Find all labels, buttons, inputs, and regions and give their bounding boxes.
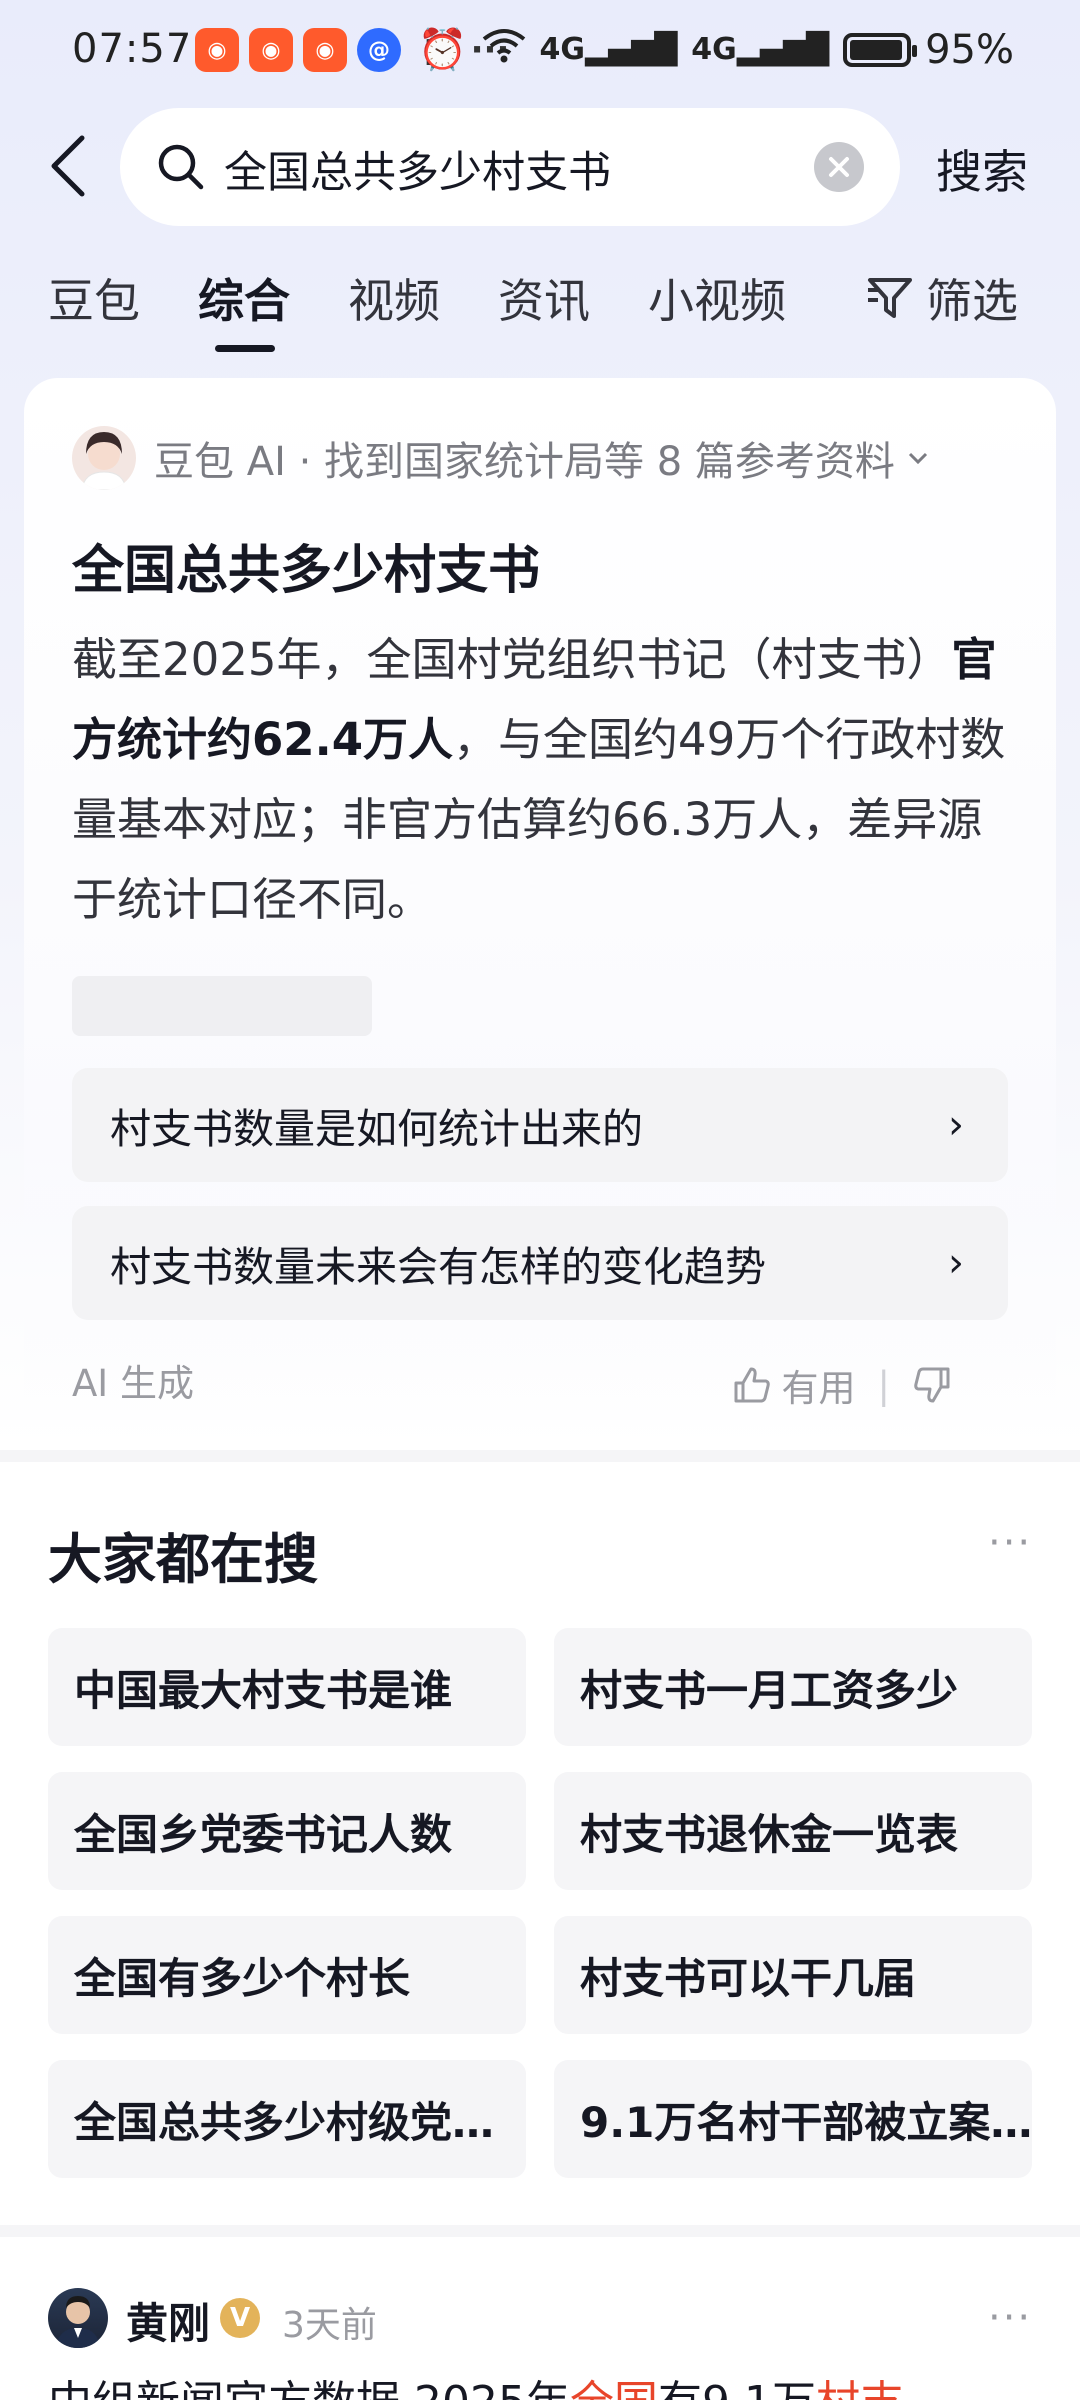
author-avatar[interactable]: [48, 2288, 108, 2348]
search-query: 全国总共多少村支书: [224, 148, 611, 198]
app-notification-icon: ◉: [249, 28, 293, 72]
tab-doubao[interactable]: 豆包: [48, 265, 140, 331]
thumbs-down-icon[interactable]: [912, 1365, 952, 1405]
browser-notification-icon: @: [357, 28, 401, 72]
section-divider: [0, 1450, 1080, 1462]
ai-footer: AI 生成 有用 |: [72, 1350, 1032, 1410]
hot-search-item[interactable]: 村支书可以干几届: [554, 1916, 1032, 2034]
app-notification-icon: ◉: [303, 28, 347, 72]
feedback-row: 有用 |: [732, 1358, 952, 1412]
post-text-2: 有9.1万: [658, 2377, 816, 2400]
status-time: 07:57: [72, 26, 193, 72]
battery-icon: [843, 32, 918, 67]
back-arrow-icon: [51, 135, 85, 197]
thumbs-up-icon: [734, 1367, 770, 1403]
hot-search-title: 大家都在搜: [48, 1528, 318, 1591]
ai-source-text: 豆包 AI · 找到国家统计局等 8 篇参考资料: [154, 439, 895, 485]
followup-label: 村支书数量未来会有怎样的变化趋势: [110, 1243, 766, 1291]
hot-search-item[interactable]: 9.1万名村干部被立案…: [554, 2060, 1032, 2178]
signal-1: 4G▂▄▆█: [539, 32, 678, 67]
followup-label: 村支书数量是如何统计出来的: [110, 1105, 643, 1153]
alarm-icon: ⏰: [417, 27, 468, 73]
chevron-down-icon: [908, 452, 927, 465]
post-highlight: 全国: [570, 2377, 658, 2400]
search-button[interactable]: 搜索: [936, 136, 1028, 202]
hot-search-item[interactable]: 全国乡党委书记人数: [48, 1772, 526, 1890]
post-text[interactable]: 中组新闻官方数据 2025年全国有9.1万村支: [48, 2366, 1048, 2400]
ai-generated-label: AI 生成: [72, 1362, 194, 1405]
more-options-icon[interactable]: ···: [988, 1520, 1032, 1566]
tab-news[interactable]: 资讯: [498, 265, 590, 331]
verified-badge-icon: V: [220, 2298, 260, 2338]
back-button[interactable]: [48, 130, 98, 202]
hot-search-item[interactable]: 全国有多少个村长: [48, 1916, 526, 2034]
doubao-avatar: [72, 426, 136, 490]
tab-video[interactable]: 视频: [348, 265, 440, 331]
ai-source-row[interactable]: 豆包 AI · 找到国家统计局等 8 篇参考资料: [72, 426, 933, 490]
hot-search-item[interactable]: 村支书一月工资多少: [554, 1628, 1032, 1746]
chevron-right-icon: ›: [948, 1240, 964, 1286]
thumbs-up-button[interactable]: 有用: [732, 1358, 856, 1412]
hot-search-item[interactable]: 村支书退休金一览表: [554, 1772, 1032, 1890]
chevron-right-icon: ›: [948, 1102, 964, 1148]
post-text-1: 中组新闻官方数据 2025年: [48, 2377, 570, 2400]
result-tabs: 豆包 综合 视频 资讯 小视频 筛选: [0, 265, 1080, 355]
ai-answer-card: 豆包 AI · 找到国家统计局等 8 篇参考资料 全国总共多少村支书 截至202…: [24, 378, 1056, 1438]
followup-question-2[interactable]: 村支书数量未来会有怎样的变化趋势 ›: [72, 1206, 1008, 1320]
ai-answer-text: 截至2025年，全国村党组织书记（村支书）官方统计约62.4万人，与全国约49万…: [72, 620, 1022, 940]
tab-general[interactable]: 综合: [198, 265, 290, 331]
ai-answer-title: 全国总共多少村支书: [72, 541, 541, 601]
wifi-icon: [482, 27, 526, 73]
active-tab-indicator: [215, 345, 275, 352]
search-icon: [158, 144, 204, 190]
app-notification-icon: ◉: [195, 28, 239, 72]
search-input[interactable]: 全国总共多少村支书: [120, 108, 900, 226]
filter-icon: [868, 278, 912, 318]
signal-2: 4G▂▄▆█: [691, 32, 830, 67]
section-divider: [0, 2225, 1080, 2237]
status-right: ⏰ 4G▂▄▆█ 4G▂▄▆█ 95%: [417, 26, 1014, 74]
feedback-divider: |: [877, 1363, 890, 1407]
post-time: 3天前: [282, 2305, 377, 2346]
useful-label: 有用: [781, 1367, 856, 1410]
more-options-icon[interactable]: ···: [988, 2295, 1032, 2341]
faded-content: [72, 976, 372, 1036]
post-highlight: 村支: [816, 2377, 904, 2400]
tab-short-video[interactable]: 小视频: [648, 265, 786, 331]
followup-question-1[interactable]: 村支书数量是如何统计出来的 ›: [72, 1068, 1008, 1182]
battery-percent: 95%: [925, 26, 1014, 73]
status-bar: 07:57 ◉ ◉ ◉ @ ▮ ··· ⏰ 4G▂▄▆█ 4G▂▄▆█ 95%: [0, 0, 1080, 100]
filter-button[interactable]: 筛选: [866, 265, 1018, 331]
answer-text-1: 截至2025年，全国村党组织书记（村支书）: [72, 633, 952, 686]
filter-label: 筛选: [926, 274, 1018, 328]
hot-search-item[interactable]: 全国总共多少村级党…: [48, 2060, 526, 2178]
network-type-1: 4G: [539, 32, 586, 67]
hot-search-item[interactable]: 中国最大村支书是谁: [48, 1628, 526, 1746]
author-name[interactable]: 黄刚: [126, 2290, 210, 2351]
clear-icon[interactable]: [814, 142, 864, 192]
network-type-2: 4G: [691, 32, 737, 67]
